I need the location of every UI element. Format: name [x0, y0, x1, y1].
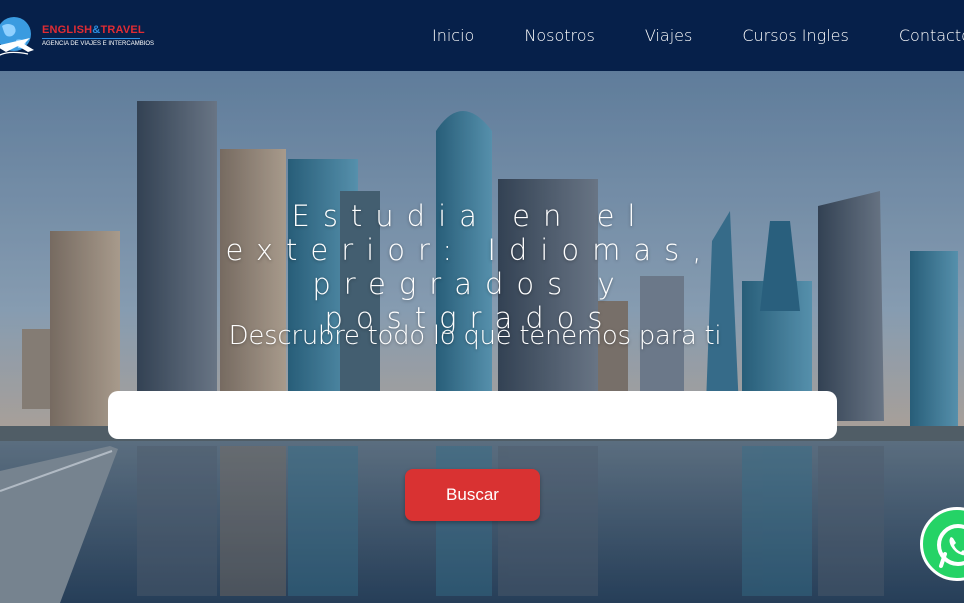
nav-link-cursos-ingles[interactable]: Cursos Ingles [742, 26, 849, 45]
top-navbar: ENGLISH&TRAVEL AGENCIA DE VIAJES E INTER… [0, 0, 964, 71]
logo-divider [42, 38, 140, 39]
logo-title: ENGLISH&TRAVEL [42, 24, 145, 36]
logo-subtitle: AGENCIA DE VIAJES E INTERCAMBIOS [42, 41, 155, 47]
nav-link-contacto[interactable]: Contacto [899, 26, 964, 45]
nav-link-viajes[interactable]: Viajes [645, 26, 692, 45]
nav-link-inicio[interactable]: Inicio [432, 26, 474, 45]
hero-subtitle: Descrubre todo lo que tenemos para ti [228, 321, 722, 351]
nav-link-nosotros[interactable]: Nosotros [524, 26, 595, 45]
hero-section: Estudia en el exterior: Idiomas, pregrad… [0, 71, 964, 603]
whatsapp-icon [937, 523, 964, 568]
main-menu: Inicio Nosotros Viajes Cursos Ingles Con… [432, 26, 964, 45]
globe-plane-icon [0, 17, 34, 56]
hero-title: Estudia en el exterior: Idiomas, pregrad… [225, 199, 715, 335]
search-input[interactable] [108, 391, 837, 439]
search-button[interactable]: Buscar [405, 469, 540, 521]
brand-logo[interactable]: ENGLISH&TRAVEL AGENCIA DE VIAJES E INTER… [0, 12, 154, 66]
